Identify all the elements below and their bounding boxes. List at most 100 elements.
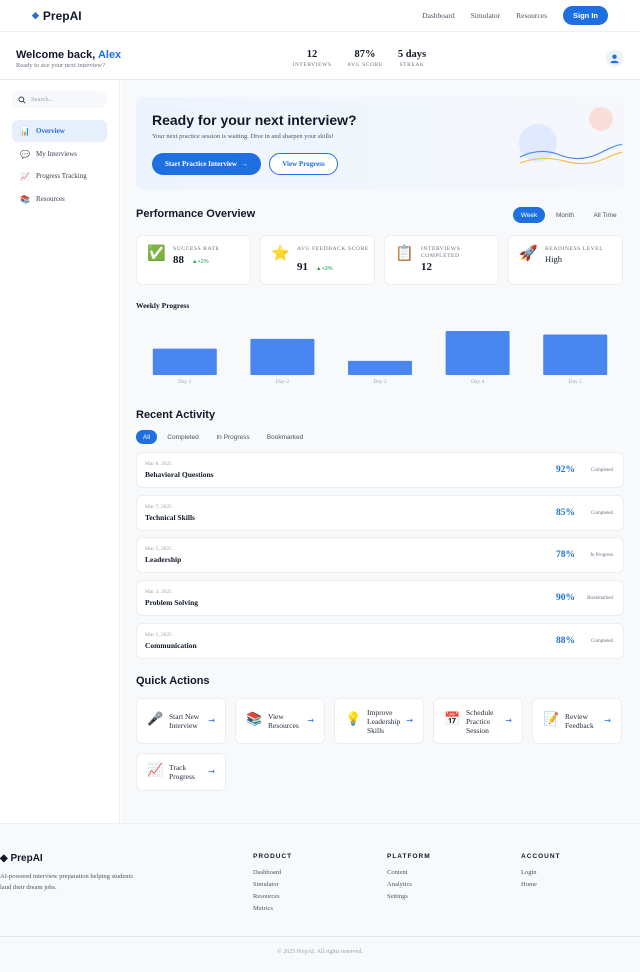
nav-link-simulator[interactable]: Simulator xyxy=(471,11,501,20)
clipboard-icon: 📋 xyxy=(395,244,414,262)
trend-up-icon: 📈 xyxy=(20,171,30,181)
chart-x-tick-label: Day 2 xyxy=(276,379,290,385)
sign-in-button[interactable]: Sign In xyxy=(563,6,608,25)
chart-bar[interactable] xyxy=(250,338,315,375)
activity-status: Completed xyxy=(591,639,613,644)
books-icon: 📚 xyxy=(246,712,263,727)
footer-description: AI-powered interview preparation helping… xyxy=(0,873,133,891)
chart-bar[interactable] xyxy=(543,334,608,375)
chart-x-tick-label: Day 4 xyxy=(471,379,485,385)
footer-link[interactable]: Resources xyxy=(253,893,292,905)
quick-action-track-progress[interactable]: 📈 Track Progress → xyxy=(136,753,226,791)
footer-copyright: © 2025 PrepAI. All rights reserved. xyxy=(277,949,363,955)
footer-link[interactable]: Home xyxy=(521,881,561,893)
sidebar-item-overview[interactable]: 📊 Overview xyxy=(12,120,107,142)
activity-item[interactable]: Mar 8, 2025 Behavioral Questions 92% Com… xyxy=(136,452,624,488)
arrow-right-icon: → xyxy=(505,716,512,725)
footer-divider xyxy=(0,936,640,937)
quick-action-schedule-practice[interactable]: 📅 Schedule Practice Session → xyxy=(433,698,523,744)
quick-action-improve-leadership[interactable]: 💡 Improve Leadership Skills → xyxy=(334,698,424,744)
nav-link-dashboard[interactable]: Dashboard xyxy=(422,11,455,20)
chart-x-tick-label: Day 1 xyxy=(178,379,192,385)
footer-column-platform: PLATFORM Content Analytics Settings xyxy=(387,853,431,905)
footer-link[interactable]: Content xyxy=(387,869,431,881)
activity-score: 90% xyxy=(556,593,575,603)
quick-action-view-resources[interactable]: 📚 View Resources → xyxy=(235,698,325,744)
stat-card-readiness: 🚀 READINESS LEVEL High xyxy=(508,235,623,285)
hero-banner: Ready for your next interview? Your next… xyxy=(136,97,624,190)
chart-x-tick-label: Day 5 xyxy=(569,379,583,385)
view-progress-button[interactable]: View Progress xyxy=(269,153,338,175)
activity-date: Mar 8, 2025 xyxy=(145,461,173,467)
check-icon: ✅ xyxy=(147,244,166,262)
stat-card-label: READINESS LEVEL xyxy=(545,246,604,252)
footer-link[interactable]: Metrics xyxy=(253,905,292,917)
footer-link[interactable]: Simulator xyxy=(253,881,292,893)
sidebar-item-label: Progress Tracking xyxy=(36,172,87,180)
quick-action-label: Track Progress xyxy=(169,763,195,781)
search-input[interactable]: Search... xyxy=(12,91,107,108)
activity-date: Mar 3, 2025 xyxy=(145,589,173,595)
diamond-logo-icon: ◆ xyxy=(32,10,39,20)
weekly-progress-chart: Day 1 Day 2 Day 3 Day 4 Day 5 xyxy=(136,320,624,390)
sidebar-item-label: My Interviews xyxy=(36,150,78,158)
lightbulb-icon: 💡 xyxy=(345,712,362,727)
activity-item[interactable]: Mar 3, 2025 Problem Solving 90% Bookmark… xyxy=(136,580,624,616)
activity-date: Mar 1, 2025 xyxy=(145,632,173,638)
bar-chart-svg: Day 1 Day 2 Day 3 Day 4 Day 5 xyxy=(152,331,608,385)
filter-all[interactable]: All xyxy=(136,430,157,444)
footer-link[interactable]: Dashboard xyxy=(253,869,292,881)
top-navbar: ◆ PrepAI Dashboard Simulator Resources S… xyxy=(0,0,640,32)
period-month[interactable]: Month xyxy=(549,207,581,223)
brand-logo[interactable]: ◆ PrepAI xyxy=(32,9,82,23)
sidebar-item-progress-tracking[interactable]: 📈 Progress Tracking xyxy=(12,165,107,187)
quick-actions-title: Quick Actions xyxy=(136,675,210,687)
start-practice-button[interactable]: Start Practice Interview → xyxy=(152,153,261,175)
stat-card-success-rate: ✅ SUCCESS RATE 88 ▲+2% xyxy=(136,235,251,285)
performance-title: Performance Overview xyxy=(136,208,256,220)
activity-title: Problem Solving xyxy=(145,598,198,607)
activity-status: Bookmarked xyxy=(587,596,613,601)
period-week[interactable]: Week xyxy=(513,207,545,223)
stat-streak: 5 days STREAK xyxy=(397,49,427,68)
filter-bookmarked[interactable]: Bookmarked xyxy=(262,430,308,444)
hero-text: Your next practice session is waiting. D… xyxy=(152,133,334,140)
footer-link[interactable]: Settings xyxy=(387,893,431,905)
activity-title: Behavioral Questions xyxy=(145,470,214,479)
activity-score: 88% xyxy=(556,636,575,646)
chart-x-tick-label: Day 3 xyxy=(373,379,387,385)
sidebar-item-resources[interactable]: 📚 Resources xyxy=(12,188,107,210)
trend-up-icon: 📈 xyxy=(147,763,164,778)
sidebar-item-my-interviews[interactable]: 💬 My Interviews xyxy=(12,143,107,165)
filter-completed[interactable]: Completed xyxy=(163,430,203,444)
activity-date: Mar 5, 2025 xyxy=(145,546,173,552)
activity-item[interactable]: Mar 5, 2025 Leadership 78% In Progress xyxy=(136,537,624,573)
activity-item[interactable]: Mar 7, 2025 Technical Skills 85% Complet… xyxy=(136,495,624,531)
period-all-time[interactable]: All Time xyxy=(587,207,623,223)
quick-action-start-interview[interactable]: 🎤 Start New Interview → xyxy=(136,698,226,744)
welcome-greeting: Welcome back, Alex xyxy=(16,49,122,61)
nav-link-resources[interactable]: Resources xyxy=(516,11,547,20)
calendar-icon: 📅 xyxy=(444,712,461,727)
chart-bar[interactable] xyxy=(152,348,217,375)
sidebar-item-label: Overview xyxy=(36,127,65,135)
avatar[interactable] xyxy=(606,50,623,67)
activity-score: 78% xyxy=(556,550,575,560)
user-name: Alex xyxy=(97,49,122,61)
stat-card-interviews-completed: 📋 INTERVIEWS COMPLETED 12 xyxy=(384,235,499,285)
chart-bar[interactable] xyxy=(445,331,510,375)
quick-action-label: Improve Leadership Skills xyxy=(367,708,401,735)
footer-link[interactable]: Analytics xyxy=(387,881,431,893)
footer-heading: PRODUCT xyxy=(253,853,293,860)
filter-in-progress[interactable]: In Progress xyxy=(211,430,255,444)
microphone-icon: 🎤 xyxy=(147,712,164,727)
user-icon xyxy=(610,54,619,64)
quick-action-label: Start New Interview xyxy=(169,712,200,730)
footer-link[interactable]: Login xyxy=(521,869,561,881)
chart-bar[interactable] xyxy=(348,360,412,375)
activity-score: 85% xyxy=(556,508,575,518)
quick-action-review-feedback[interactable]: 📝 Review Feedback → xyxy=(532,698,622,744)
footer-brand[interactable]: ◆ PrepAI xyxy=(0,853,43,864)
activity-item[interactable]: Mar 1, 2025 Communication 88% Completed xyxy=(136,623,624,659)
hero-title: Ready for your next interview? xyxy=(152,112,357,128)
